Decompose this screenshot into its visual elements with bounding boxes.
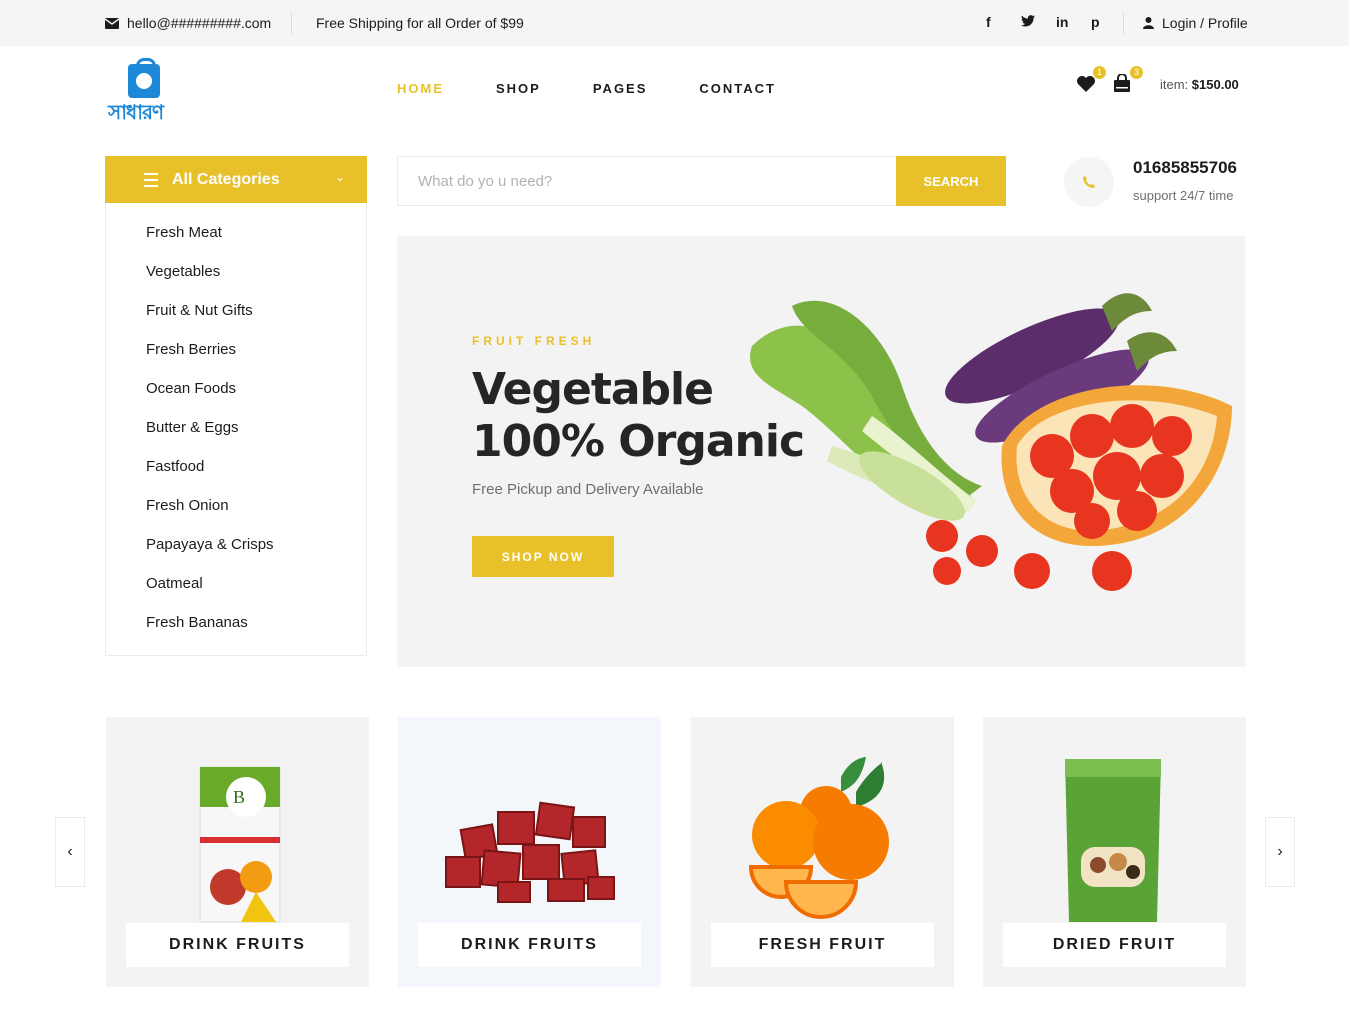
divider <box>291 12 292 34</box>
cart-button[interactable]: 3 <box>1113 66 1143 94</box>
category-item[interactable]: Fresh Bananas <box>106 613 366 652</box>
category-item[interactable]: Papayaya & Crisps <box>106 535 366 574</box>
login-link[interactable]: Login / Profile <box>1143 15 1248 31</box>
linkedin-icon[interactable]: in <box>1056 14 1091 30</box>
cart-total-value: $150.00 <box>1191 77 1239 92</box>
category-item[interactable]: Oatmeal <box>106 574 366 613</box>
oranges-image <box>748 757 889 919</box>
chevron-right-icon: › <box>1277 843 1283 860</box>
vegetables-image <box>750 293 1232 591</box>
search-input[interactable] <box>398 157 896 205</box>
cart-total-label: item: <box>1160 77 1189 92</box>
all-categories-toggle[interactable]: All Categories ⌄ <box>105 156 367 203</box>
dried-fruit-bag-image <box>1065 759 1161 922</box>
chevron-left-icon: ‹ <box>67 843 73 860</box>
carousel-prev-button[interactable]: ‹ <box>55 817 85 887</box>
nav-shop[interactable]: SHOP <box>496 81 541 96</box>
shop-now-button[interactable]: SHOP NOW <box>472 536 614 577</box>
cart-icon <box>1114 73 1130 92</box>
category-list: Fresh Meat Vegetables Fruit & Nut Gifts … <box>105 203 367 656</box>
shopping-bag-icon <box>128 58 160 98</box>
juice-carton-image: B <box>199 766 281 923</box>
category-item[interactable]: Fruit & Nut Gifts <box>106 301 366 340</box>
nav-pages[interactable]: PAGES <box>593 81 648 96</box>
facebook-icon[interactable]: f <box>986 14 1021 30</box>
search-button[interactable]: SEARCH <box>896 156 1006 206</box>
category-item[interactable]: Fresh Berries <box>106 340 366 379</box>
email-contact[interactable]: hello@#########.com <box>105 15 271 31</box>
wishlist-button[interactable]: 1 <box>1076 66 1106 94</box>
support-phone[interactable]: 01685855706 <box>1133 158 1237 178</box>
nav-home[interactable]: HOME <box>397 81 444 96</box>
category-card-title: FRESH FRUIT <box>711 923 934 967</box>
phone-icon-circle <box>1064 157 1114 207</box>
category-card-title: DRINK FRUITS <box>126 923 349 967</box>
svg-text:B: B <box>233 787 245 807</box>
twitter-icon[interactable] <box>1021 14 1056 30</box>
hero-kicker: FRUIT FRESH <box>472 334 596 348</box>
phone-icon <box>1083 176 1095 188</box>
hero-banner: FRUIT FRESH Vegetable 100% Organic Free … <box>397 236 1245 667</box>
wishlist-count: 1 <box>1093 66 1106 79</box>
category-card[interactable]: DRIED FRUIT <box>983 717 1246 987</box>
cart-total: item: $150.00 <box>1160 77 1239 92</box>
header-icons: 1 3 <box>1076 66 1150 94</box>
user-icon <box>1143 17 1154 29</box>
category-item[interactable]: Ocean Foods <box>106 379 366 418</box>
meat-cubes-image <box>445 801 615 903</box>
category-card-title: DRINK FRUITS <box>418 923 641 967</box>
logo-text: সাধারণ <box>108 100 164 124</box>
pinterest-icon[interactable]: p <box>1091 14 1126 30</box>
support-text: support 24/7 time <box>1133 188 1234 203</box>
nav-contact[interactable]: CONTACT <box>699 81 776 96</box>
category-card[interactable]: B DRINK FRUITS <box>106 717 369 987</box>
social-links: f in p <box>986 14 1126 30</box>
email-text: hello@#########.com <box>127 15 272 31</box>
main-nav: HOME SHOP PAGES CONTACT <box>397 81 828 96</box>
divider <box>1123 12 1124 34</box>
menu-icon <box>144 173 158 191</box>
login-text: Login / Profile <box>1162 15 1248 31</box>
category-card[interactable]: DRINK FRUITS <box>398 717 661 987</box>
category-card-title: DRIED FRUIT <box>1003 923 1226 967</box>
top-bar: hello@#########.com Free Shipping for al… <box>0 0 1349 46</box>
carousel-next-button[interactable]: › <box>1265 817 1295 887</box>
category-item[interactable]: Butter & Eggs <box>106 418 366 457</box>
category-item[interactable]: Fastfood <box>106 457 366 496</box>
chevron-down-icon: ⌄ <box>334 170 345 184</box>
hero-title-line1: Vegetable <box>472 364 714 415</box>
heart-icon <box>1077 76 1095 92</box>
category-item[interactable]: Vegetables <box>106 262 366 301</box>
hero-subtitle: Free Pickup and Delivery Available <box>472 481 704 498</box>
category-item[interactable]: Fresh Meat <box>106 223 366 262</box>
category-item[interactable]: Fresh Onion <box>106 496 366 535</box>
site-logo[interactable]: সাধারণ <box>108 58 180 124</box>
category-card[interactable]: FRESH FRUIT <box>691 717 954 987</box>
envelope-icon <box>105 17 119 29</box>
all-categories-label: All Categories <box>172 171 280 188</box>
shipping-notice: Free Shipping for all Order of $99 <box>316 15 524 31</box>
search-bar: SEARCH <box>397 156 1006 206</box>
cart-count: 3 <box>1130 66 1143 79</box>
